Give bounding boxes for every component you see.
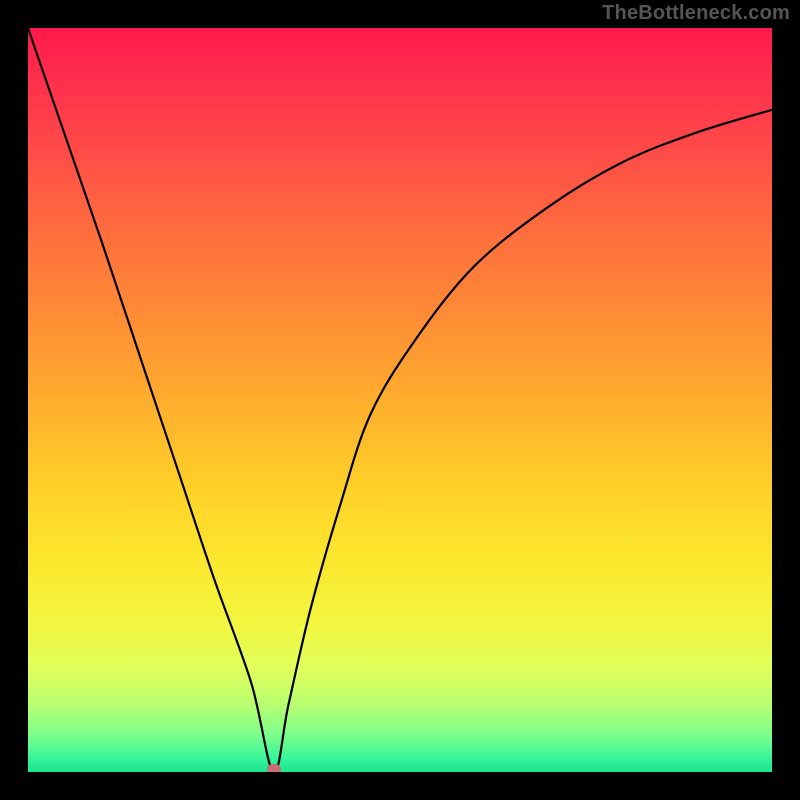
plot-area [28, 28, 772, 772]
watermark-text: TheBottleneck.com [602, 2, 790, 25]
chart-frame: TheBottleneck.com [0, 0, 800, 800]
bottleneck-curve [28, 28, 772, 772]
minimum-marker [267, 764, 281, 772]
